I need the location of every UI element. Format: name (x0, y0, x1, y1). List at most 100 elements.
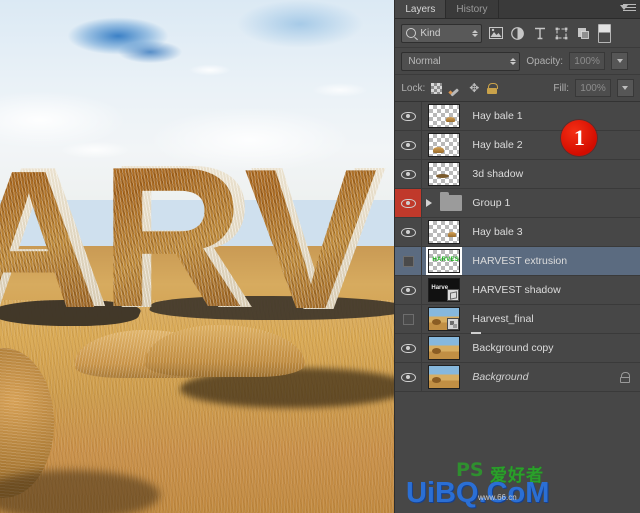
lock-fill-row: Lock: ✥ Fill: 100% (395, 75, 640, 102)
lock-transparent-pixels-icon[interactable] (431, 82, 443, 94)
table-row[interactable]: Harvest_final (395, 305, 640, 334)
layer-thumbnail[interactable]: HARVEST (422, 247, 466, 275)
opacity-label: Opacity: (526, 55, 564, 67)
tab-layers[interactable]: Layers (395, 0, 447, 18)
filter-shape-icon[interactable] (553, 25, 570, 42)
lock-all-icon[interactable] (487, 82, 499, 94)
3d-layer-badge (447, 289, 460, 301)
annotation-badge-number: 1 (573, 125, 585, 150)
layer-thumbnail[interactable] (422, 220, 466, 244)
table-row[interactable]: Hay bale 2 (395, 131, 640, 160)
layer-name[interactable]: HARVEST extrusion (466, 255, 640, 267)
fill-label: Fill: (553, 82, 569, 94)
layer-visibility-toggle[interactable] (395, 247, 423, 275)
panel-menu-line-1 (622, 4, 636, 5)
panel-tab-bar: Layers History (395, 0, 640, 19)
group-folder-icon (436, 192, 466, 211)
filter-kind-spinner (472, 29, 479, 37)
layer-thumbnail[interactable] (422, 162, 466, 186)
filter-kind-select[interactable]: Kind (401, 23, 483, 43)
layer-name[interactable]: Hay bale 1 (466, 110, 640, 122)
filter-shape-glyph (555, 27, 568, 39)
layer-visibility-toggle[interactable] (395, 334, 423, 362)
panel-menu-line-3 (622, 10, 636, 11)
group-expand-arrow[interactable] (422, 199, 436, 207)
lock-position-icon[interactable]: ✥ (468, 82, 480, 94)
watermark: PS 爱好者 UiBQ.CoM www.66.cn (398, 457, 638, 513)
table-row[interactable]: Background copy (395, 334, 640, 363)
table-row[interactable]: Harve HARVEST shadow (395, 276, 640, 305)
letter-a: A (0, 142, 100, 338)
layer-visibility-toggle[interactable] (395, 363, 423, 391)
opacity-dropdown-button[interactable] (611, 52, 629, 70)
filter-enable-toggle[interactable] (598, 23, 612, 43)
layer-thumbnail[interactable] (422, 307, 466, 331)
layer-list[interactable]: Hay bale 1 Hay bale 2 3d shadow Group 1 … (395, 102, 640, 513)
lock-label: Lock: (401, 82, 426, 94)
table-row[interactable]: HARVEST HARVEST extrusion (395, 247, 640, 276)
table-row[interactable]: 3d shadow (395, 160, 640, 189)
filter-kind-label: Kind (420, 27, 441, 39)
tab-history[interactable]: History (446, 0, 499, 18)
fill-dropdown-button[interactable] (616, 79, 634, 97)
layer-thumbnail[interactable] (422, 336, 466, 360)
eye-icon (400, 111, 416, 121)
blend-mode-value: Normal (408, 55, 441, 67)
layer-visibility-toggle[interactable] (395, 102, 423, 130)
eye-icon (400, 343, 416, 353)
layer-filter-row: Kind (395, 19, 640, 48)
table-row[interactable]: Hay bale 3 (395, 218, 640, 247)
blend-mode-select[interactable]: Normal (401, 51, 521, 71)
panel-menu-line-2 (622, 7, 636, 8)
layer-visibility-toggle[interactable] (395, 189, 423, 217)
layer-name[interactable]: 3d shadow (466, 168, 640, 180)
eye-icon (400, 169, 416, 179)
layer-visibility-toggle[interactable] (395, 218, 423, 246)
layer-thumbnail[interactable]: Harve (422, 278, 466, 302)
fill-value: 100% (580, 82, 606, 94)
tab-history-label: History (456, 3, 488, 15)
layer-thumbnail[interactable] (422, 365, 466, 389)
filter-pixel-glyph (488, 27, 503, 39)
watermark-url-text: www.66.cn (477, 493, 517, 502)
layer-thumbnail[interactable] (422, 133, 466, 157)
layer-name[interactable]: Harvest_final (466, 313, 640, 325)
layer-name[interactable]: Hay bale 3 (466, 226, 640, 238)
layer-visibility-toggle[interactable] (395, 276, 423, 304)
layer-name[interactable]: Group 1 (466, 197, 640, 209)
filter-smart-object-glyph (578, 27, 590, 39)
layer-name[interactable]: Hay bale 2 (466, 139, 640, 151)
eye-icon (400, 198, 416, 208)
layer-name[interactable]: HARVEST shadow (466, 284, 640, 296)
eye-icon (400, 372, 416, 382)
filter-adjustment-glyph (511, 26, 525, 40)
table-row[interactable]: Group 1 (395, 189, 640, 218)
filter-pixel-icon[interactable] (487, 25, 504, 42)
lock-icon (619, 371, 631, 383)
fill-input[interactable]: 100% (574, 79, 611, 97)
document-canvas[interactable]: A R V A R V (0, 0, 395, 513)
eye-off-icon (402, 313, 414, 325)
filter-smart-object-icon[interactable] (575, 25, 592, 42)
eye-icon (400, 227, 416, 237)
tab-layers-label: Layers (405, 3, 436, 15)
layer-name[interactable]: Background (466, 371, 620, 383)
letter-r: R (100, 126, 245, 349)
blend-mode-spinner (510, 57, 517, 65)
layer-name[interactable]: Background copy (466, 342, 640, 354)
smart-object-badge (447, 318, 460, 330)
opacity-input[interactable]: 100% (569, 52, 606, 70)
layer-visibility-toggle[interactable] (395, 305, 423, 333)
layer-visibility-toggle[interactable] (395, 160, 423, 188)
lock-image-pixels-icon[interactable] (449, 82, 461, 94)
table-row[interactable]: Background (395, 363, 640, 392)
filter-type-glyph (534, 27, 545, 39)
table-row[interactable]: Hay bale 1 (395, 102, 640, 131)
layer-thumbnail[interactable] (422, 104, 466, 128)
filter-type-icon[interactable] (531, 25, 548, 42)
panel-menu-icon[interactable] (619, 3, 636, 15)
layer-visibility-toggle[interactable] (395, 131, 423, 159)
blend-opacity-row: Normal Opacity: 100% (395, 48, 640, 75)
filter-adjustment-icon[interactable] (509, 25, 526, 42)
photoshop-window: A R V A R V Layers History (0, 0, 640, 513)
